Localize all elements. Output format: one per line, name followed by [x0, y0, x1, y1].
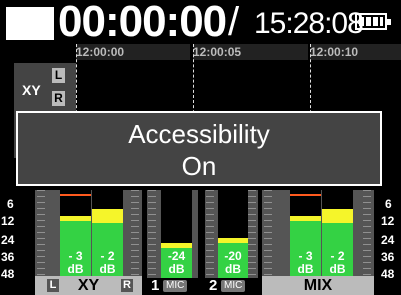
meter-peak-zone: [161, 242, 192, 248]
counter-separator: /: [228, 0, 240, 44]
timeline-tick-label: 12:00:05: [193, 44, 308, 60]
meter-unit: dB: [168, 262, 185, 276]
battery-cell: [366, 17, 371, 26]
meter-bar: -20 dB: [218, 190, 248, 278]
battery-full-icon: [355, 13, 391, 30]
scale-right-label: 12: [381, 214, 395, 228]
scale-right-label: 6: [385, 197, 392, 211]
scale-right-label: 24: [381, 233, 395, 247]
meter-level: - 3: [298, 249, 313, 263]
meter-peak-zone: [218, 237, 248, 243]
meter-bar: - 3 dB: [60, 190, 91, 278]
meter-peak-zone: [92, 209, 123, 224]
popup-status: On: [181, 151, 217, 181]
meter-peak-zone: [60, 216, 91, 222]
meter-bar: -24 dB: [161, 190, 192, 278]
scale-left-label: 12: [1, 214, 15, 228]
meter-unit: dB: [297, 262, 314, 276]
remaining-time: 15:28:08: [254, 7, 364, 40]
battery-cell: [380, 17, 383, 26]
popup-title: Accessibility: [128, 119, 270, 149]
elapsed-counter: 00:00:00: [58, 0, 227, 46]
xy-label[interactable]: L XY R: [35, 276, 142, 295]
xy-label-text: XY: [77, 277, 100, 294]
meter-level: - 2: [330, 249, 345, 263]
scale-left-label: 6: [7, 197, 14, 211]
meter-unit: dB: [329, 262, 346, 276]
meter-ticks: [248, 190, 256, 278]
peak-hold: [290, 194, 321, 196]
scale-left-label: 24: [1, 233, 15, 247]
channel-labels: L XY R 1 MIC 2 MIC MIX: [0, 276, 401, 295]
timeline-tick-label: 12:00:00: [76, 44, 190, 60]
status-bar: 00:00:00 / 15:28:08: [0, 0, 401, 46]
scale-left-label: 36: [1, 250, 15, 264]
meter-unit: dB: [225, 262, 241, 276]
input1-number: 1: [151, 277, 160, 294]
meter-unit: dB: [99, 262, 116, 276]
peak-hold: [60, 194, 91, 196]
input1-mic-badge[interactable]: MIC: [163, 280, 188, 292]
xy-right-badge: R: [121, 279, 133, 292]
mix-label[interactable]: MIX: [262, 276, 374, 295]
meter-level: - 3: [68, 249, 83, 263]
meter-peak-zone: [290, 216, 321, 222]
stop-square-icon: [6, 7, 54, 40]
left-channel-badge: L: [52, 68, 65, 83]
meter-bar: - 2 dB: [92, 190, 123, 278]
xy-left-badge: L: [47, 279, 59, 292]
meter-bar: - 2 dB: [322, 190, 353, 278]
meter-peak-zone: [322, 209, 353, 224]
meter-unit: dB: [67, 262, 84, 276]
input2-number: 2: [209, 277, 218, 294]
meter-ticks: [264, 190, 272, 278]
meter-level: -24: [167, 249, 186, 263]
meter-level: - 2: [100, 249, 115, 263]
battery-cell: [373, 17, 378, 26]
battery-cell: [359, 17, 364, 26]
battery-nub: [387, 19, 391, 25]
timeline-tick-label: 12:00:10: [310, 44, 401, 60]
track-name: XY: [22, 82, 41, 98]
scale-right-label: 36: [381, 250, 395, 264]
meter-ticks: [363, 190, 371, 278]
meter-ticks: [148, 190, 156, 278]
input2-mic-badge[interactable]: MIC: [221, 280, 246, 292]
meter-ticks: [37, 190, 45, 278]
right-channel-badge: R: [52, 91, 65, 106]
meter-bar: - 3 dB: [290, 190, 321, 278]
meter-level: -20: [224, 249, 242, 263]
meter-ticks: [206, 190, 214, 278]
accessibility-popup: Accessibility On: [16, 111, 382, 186]
meter-ticks: [131, 190, 139, 278]
